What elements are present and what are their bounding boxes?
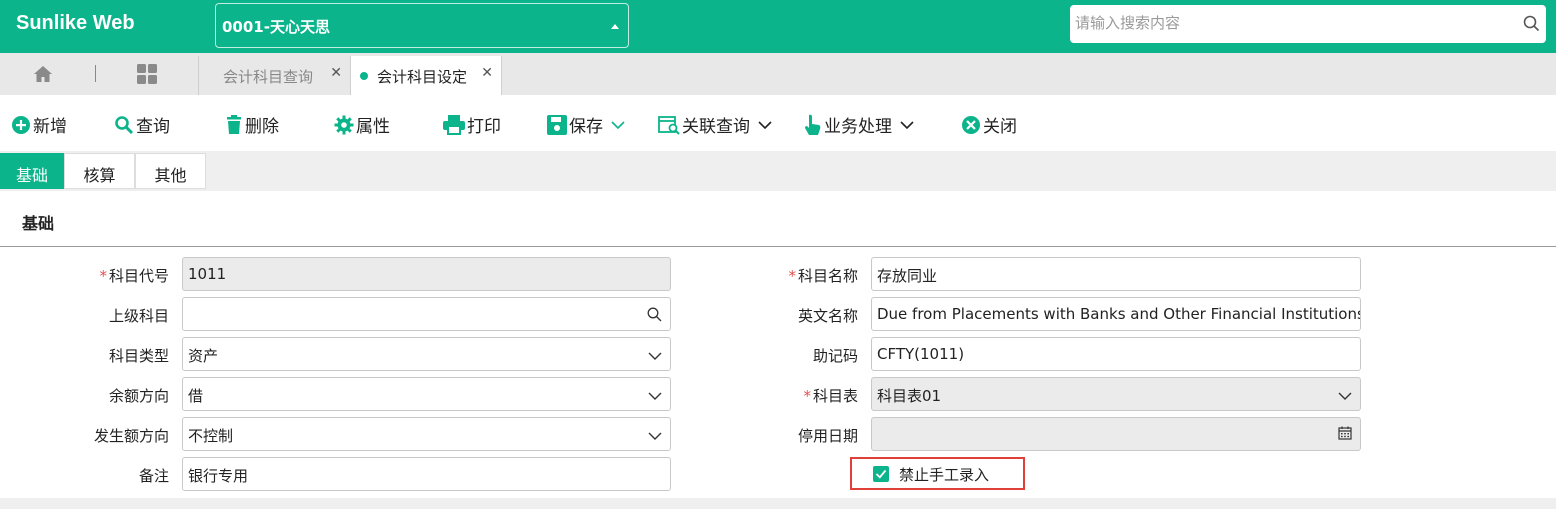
plus-circle-icon	[12, 115, 30, 134]
subtab-other[interactable]: 其他	[135, 153, 206, 189]
chevron-down-icon	[648, 427, 662, 445]
no-manual-entry-checkbox[interactable]	[873, 466, 889, 482]
new-button[interactable]: 新增	[11, 112, 67, 137]
subtab-bar	[0, 151, 1556, 191]
trash-icon	[227, 114, 241, 134]
print-button[interactable]: 打印	[443, 112, 501, 137]
english-name-label: 英文名称	[797, 307, 858, 325]
caret-up-icon	[611, 24, 619, 29]
footer-strip	[0, 498, 1556, 509]
active-dot-icon	[360, 72, 368, 80]
section-title: 基础	[22, 214, 55, 233]
amount-direction-select[interactable]: 不控制	[182, 417, 671, 451]
print-label: 打印	[467, 117, 501, 137]
delete-button[interactable]: 删除	[225, 112, 279, 137]
new-label: 新增	[33, 117, 67, 137]
properties-button[interactable]: 属性	[334, 112, 390, 137]
search-box	[1070, 5, 1546, 43]
gear-icon	[334, 115, 354, 134]
chevron-down-icon[interactable]	[758, 120, 772, 130]
divider	[95, 65, 96, 82]
toolbar: 新增 查询 删除 属性 打印 保存 关联查询 业务处理 关闭	[0, 95, 1556, 151]
top-bar: Sunlike Web 0001-天心天思	[0, 0, 1556, 53]
account-name-field[interactable]: 存放同业	[871, 257, 1361, 291]
english-name-field[interactable]: Due from Placements with Banks and Other…	[871, 297, 1361, 331]
business-process-label: 业务处理	[824, 117, 892, 137]
search-input[interactable]	[1070, 5, 1500, 41]
home-icon[interactable]	[33, 65, 53, 87]
check-icon	[875, 469, 887, 479]
close-icon[interactable]: ✕	[481, 65, 493, 81]
delete-label: 删除	[245, 117, 279, 137]
chevron-down-icon	[1338, 387, 1352, 405]
calendar-search-icon	[658, 115, 680, 135]
query-label: 查询	[136, 117, 170, 137]
close-circle-icon	[962, 115, 980, 134]
related-query-label: 关联查询	[682, 117, 750, 137]
close-label: 关闭	[983, 117, 1017, 137]
properties-label: 属性	[356, 117, 390, 137]
subtab-accounting[interactable]: 核算	[64, 153, 135, 189]
subtab-basic[interactable]: 基础	[0, 153, 64, 189]
related-query-button[interactable]: 关联查询	[658, 112, 772, 137]
search-icon[interactable]	[647, 307, 662, 326]
divider	[0, 246, 1556, 247]
balance-direction-select[interactable]: 借	[182, 377, 671, 411]
remark-field[interactable]: 银行专用	[182, 457, 671, 491]
tab-account-setup[interactable]: 会计科目设定 ✕	[350, 56, 502, 95]
search-icon	[115, 115, 134, 134]
tab-label: 会计科目设定	[377, 68, 468, 86]
no-manual-entry-label: 禁止手工录入	[899, 466, 990, 484]
chevron-down-icon[interactable]	[611, 120, 625, 130]
tab-bar: 会计科目查询 ✕ 会计科目设定 ✕	[0, 53, 1556, 95]
grid-menu-icon[interactable]	[136, 63, 158, 89]
tab-label: 会计科目查询	[223, 68, 314, 86]
highlight-box: 禁止手工录入	[850, 457, 1025, 490]
chevron-down-icon	[648, 387, 662, 405]
code-label: * 科目代号	[99, 267, 169, 285]
app-logo: Sunlike Web	[16, 12, 135, 34]
calendar-icon[interactable]	[1338, 426, 1352, 444]
account-type-select[interactable]: 资产	[182, 337, 671, 371]
tab-account-query[interactable]: 会计科目查询 ✕	[198, 56, 350, 95]
company-select-value: 0001-天心天思	[222, 18, 330, 36]
close-icon[interactable]: ✕	[330, 65, 342, 81]
chevron-down-icon[interactable]	[900, 120, 914, 130]
search-icon[interactable]	[1523, 15, 1540, 36]
query-button[interactable]: 查询	[114, 112, 170, 137]
mnemonic-field[interactable]: CFTY(1011)	[871, 337, 1361, 371]
printer-icon	[443, 114, 465, 135]
save-button[interactable]: 保存	[547, 112, 625, 137]
parent-account-field[interactable]	[182, 297, 671, 331]
disable-date-label: 停用日期	[797, 427, 858, 445]
parent-account-label: 上级科目	[108, 307, 169, 325]
save-label: 保存	[569, 117, 603, 137]
code-field[interactable]: 1011	[182, 257, 671, 291]
disable-date-field[interactable]	[871, 417, 1361, 451]
business-process-button[interactable]: 业务处理	[804, 112, 914, 137]
remark-label: 备注	[138, 467, 169, 485]
balance-direction-label: 余额方向	[108, 387, 169, 405]
amount-direction-label: 发生额方向	[93, 427, 169, 445]
account-name-label: * 科目名称	[788, 267, 858, 285]
company-select[interactable]: 0001-天心天思	[215, 3, 629, 48]
close-button[interactable]: 关闭	[961, 112, 1017, 137]
account-type-label: 科目类型	[108, 347, 169, 365]
account-table-select[interactable]: 科目表01	[871, 377, 1361, 411]
chevron-down-icon	[648, 347, 662, 365]
floppy-icon	[547, 114, 567, 135]
mnemonic-label: 助记码	[812, 347, 858, 365]
hand-pointer-icon	[805, 114, 821, 135]
account-table-label: * 科目表	[803, 387, 858, 405]
